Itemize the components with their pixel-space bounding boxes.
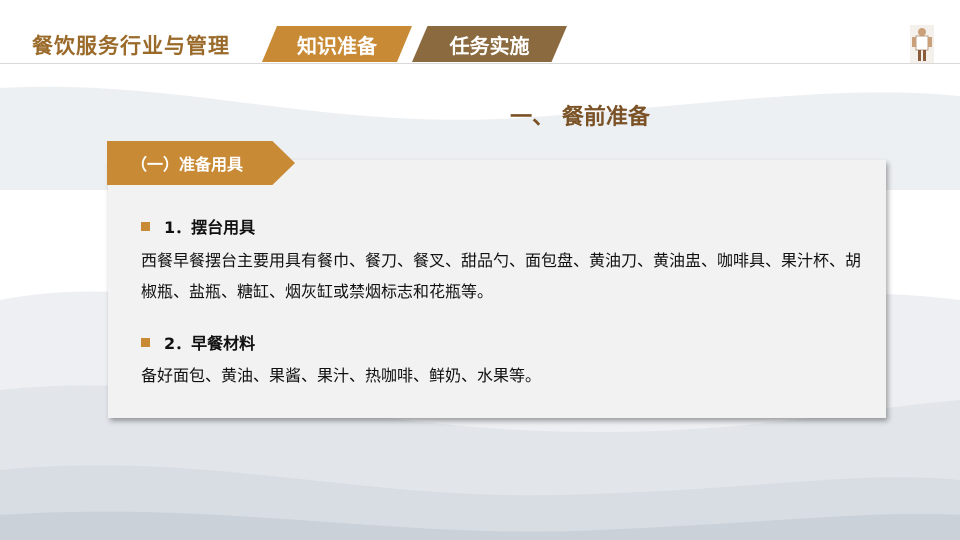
square-bullet-icon bbox=[141, 337, 150, 347]
item-heading-1-text: 1．摆台用具 bbox=[164, 218, 256, 237]
item-text-1: 西餐早餐摆台主要用具有餐巾、餐刀、餐叉、甜品勺、面包盘、黄油刀、黄油盅、咖啡具、… bbox=[141, 251, 862, 301]
item-text-2: 备好面包、黄油、果酱、果汁、热咖啡、鲜奶、水果等。 bbox=[141, 366, 542, 385]
item-heading-2: 2．早餐材料 bbox=[141, 330, 255, 354]
tab-task-implementation[interactable]: 任务实施 bbox=[412, 26, 567, 62]
item-heading-1: 1．摆台用具 bbox=[141, 214, 255, 238]
square-bullet-icon bbox=[141, 221, 150, 231]
chef-figure-icon bbox=[910, 25, 934, 63]
header-divider bbox=[0, 63, 960, 64]
section-title-text: 一、 餐前准备 bbox=[510, 105, 650, 130]
card-tag: （一）准备用具 bbox=[107, 141, 295, 185]
course-title: 餐饮服务行业与管理 bbox=[32, 34, 230, 58]
item-heading-2-text: 2．早餐材料 bbox=[164, 334, 256, 353]
tab-knowledge-preparation[interactable]: 知识准备 bbox=[262, 26, 412, 62]
section-title: 一、 餐前准备 bbox=[0, 99, 960, 131]
